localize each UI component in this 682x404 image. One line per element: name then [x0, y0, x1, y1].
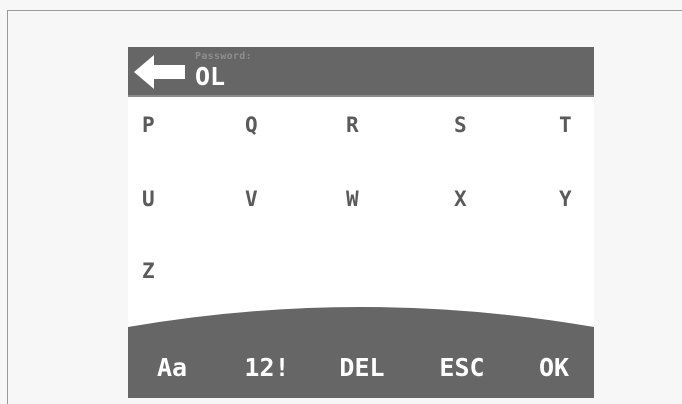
- case-toggle-button[interactable]: Aa: [142, 346, 202, 390]
- action-bar: Aa 12! DEL ESC OK: [128, 299, 594, 398]
- key-y[interactable]: Y: [559, 174, 594, 224]
- key-x[interactable]: X: [454, 174, 514, 224]
- letter-keys: P Q R S T U V W X Y Z: [128, 97, 594, 307]
- keyboard-screen: Password: OL P Q R S T U V W X Y Z Aa 12…: [128, 47, 594, 398]
- password-label: Password:: [195, 51, 252, 62]
- back-button[interactable]: [128, 47, 190, 95]
- password-header: Password: OL: [128, 47, 594, 97]
- key-u[interactable]: U: [142, 174, 202, 224]
- symbols-button[interactable]: 12!: [231, 346, 303, 390]
- key-z[interactable]: Z: [142, 246, 202, 296]
- ok-button[interactable]: OK: [523, 346, 585, 390]
- escape-button[interactable]: ESC: [424, 346, 500, 390]
- key-s[interactable]: S: [454, 100, 514, 150]
- key-w[interactable]: W: [346, 174, 406, 224]
- key-t[interactable]: T: [559, 100, 594, 150]
- back-arrow-icon: [134, 55, 185, 89]
- key-r[interactable]: R: [346, 100, 406, 150]
- password-field[interactable]: OL: [195, 62, 225, 92]
- delete-button[interactable]: DEL: [326, 346, 398, 390]
- key-p[interactable]: P: [142, 100, 202, 150]
- key-v[interactable]: V: [245, 174, 305, 224]
- key-q[interactable]: Q: [245, 100, 305, 150]
